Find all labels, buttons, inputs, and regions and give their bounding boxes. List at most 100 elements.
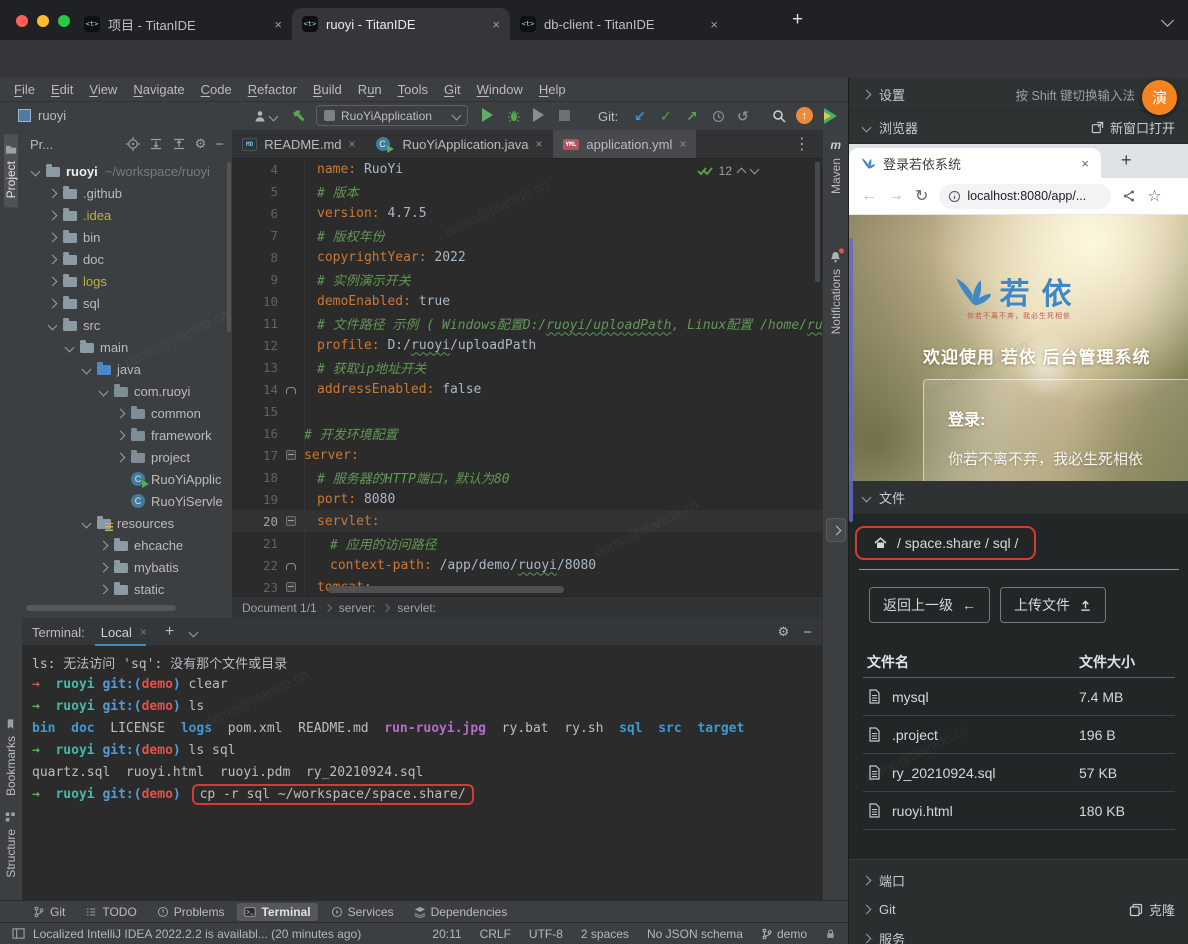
menu-item-help[interactable]: Help [531,82,574,97]
tree-item-resources[interactable]: resources [22,512,229,534]
editor-line-7[interactable]: 7# 版权年份 [232,224,822,246]
status-widget[interactable]: CRLF [480,927,511,941]
editor-code[interactable]: 4name: RuoYi5# 版本6version: 4.7.57# 版权年份8… [232,158,822,596]
editor-line-16[interactable]: 16# 开发环境配置 [232,422,822,444]
editor-line-14[interactable]: 14addressEnabled: false [232,378,822,400]
tree-item-bin[interactable]: bin [22,226,229,248]
menu-item-code[interactable]: Code [193,82,240,97]
stripe-tab-notifications[interactable]: Notifications [829,250,843,334]
ide-window-icon[interactable] [12,927,25,940]
stop-button[interactable] [559,108,570,121]
readonly-lock-icon[interactable] [825,928,836,940]
mini-share-icon[interactable] [1122,189,1136,203]
close-tab-icon[interactable]: × [486,17,500,32]
panel-settings-gear-icon[interactable]: ⚙ [195,136,207,152]
editor-tabs-menu-icon[interactable]: ⋮ [782,130,822,158]
close-editor-tab-icon[interactable]: × [536,137,543,151]
editor-tab[interactable]: CRuoYiApplication.java× [366,130,553,158]
editor-line-8[interactable]: 8copyrightYear: 2022 [232,246,822,268]
tree-item-common[interactable]: common [22,402,229,424]
tree-item-RuoYiServle[interactable]: CRuoYiServle [22,490,229,512]
toolwindow-button-terminal[interactable]: Terminal [237,903,317,921]
tree-item-com.ruoyi[interactable]: com.ruoyi [22,380,229,402]
stripe-tab-structure[interactable]: Structure [4,812,18,878]
menu-item-git[interactable]: Git [436,82,469,97]
project-panel-title[interactable]: Pr... [30,137,53,152]
status-git-branch[interactable]: demo [761,927,807,941]
menu-item-build[interactable]: Build [305,82,350,97]
close-mini-tab-icon[interactable]: × [1081,156,1089,171]
editor-line-15[interactable]: 15 [232,400,822,422]
close-terminal-tab-icon[interactable]: × [140,625,147,639]
rollback-icon[interactable]: ↺ [737,108,749,125]
tree-item-main[interactable]: main [22,336,229,358]
tree-item-project[interactable]: project [22,446,229,468]
git-push-icon[interactable]: ↗ [686,108,698,125]
sidebar-section-files[interactable]: 文件 [849,481,1188,514]
stripe-tab-project[interactable]: Project [4,134,18,207]
mini-new-tab-button[interactable]: + [1121,150,1132,171]
file-row-ry_20210924.sql[interactable]: ry_20210924.sql57 KB [863,754,1175,792]
tab-search-chevron-icon[interactable] [1161,14,1174,27]
close-editor-tab-icon[interactable]: × [349,137,356,151]
tree-item-doc[interactable]: doc [22,248,229,270]
terminal-tab-local[interactable]: Local [101,625,132,640]
status-widget[interactable]: 2 spaces [581,927,629,941]
minimize-window-button[interactable] [37,15,49,27]
new-terminal-icon[interactable]: + [165,623,174,641]
mini-browser-tab[interactable]: 登录若依系统 × [849,148,1101,178]
menu-item-refactor[interactable]: Refactor [240,82,305,97]
open-new-window-button[interactable]: 新窗口打开 [1091,118,1175,137]
editor-line-22[interactable]: 22context-path: /app/demo/ruoyi/8080 [232,554,822,576]
menu-item-window[interactable]: Window [469,82,531,97]
chrome-tab[interactable]: <t>db-client - TitanIDE× [510,8,728,40]
close-window-button[interactable] [16,15,28,27]
inspection-widget[interactable]: 12 [697,164,758,178]
tree-item-ehcache[interactable]: ehcache [22,534,229,556]
mini-forward-icon[interactable]: → [888,187,904,205]
mini-back-icon[interactable]: ← [861,187,877,205]
menu-item-edit[interactable]: Edit [43,82,81,97]
tree-item-RuoYiApplic[interactable]: CRuoYiApplic [22,468,229,490]
clamp-marker-icon[interactable] [286,563,296,570]
maximize-window-button[interactable] [58,15,70,27]
prev-problem-icon[interactable] [737,168,747,178]
hide-panel-icon[interactable]: − [215,136,224,153]
status-widget[interactable]: 20:11 [432,927,461,941]
close-tab-icon[interactable]: × [268,17,282,32]
editor-line-21[interactable]: 21# 应用的访问路径 [232,532,822,554]
menu-item-run[interactable]: Run [350,82,390,97]
sidebar-section-settings[interactable]: 设置 按 Shift 键切换输入法 [849,78,1188,111]
breadcrumb-item[interactable]: server: [339,601,376,615]
editor-line-9[interactable]: 9# 实例演示开关 [232,268,822,290]
editor-tab[interactable]: MDREADME.md× [232,130,366,158]
run-coverage-button[interactable] [533,108,544,122]
new-tab-button[interactable]: + [792,9,803,31]
file-row-ruoyi.html[interactable]: ruoyi.html180 KB [863,792,1175,830]
tree-item-logs[interactable]: logs [22,270,229,292]
user-menu-button[interactable] [253,109,277,123]
demo-badge[interactable]: 演 [1142,80,1177,115]
editor-line-10[interactable]: 10demoEnabled: true [232,290,822,312]
go-up-button[interactable]: 返回上一级 ← [869,587,990,623]
collapse-all-icon[interactable] [172,137,186,151]
chrome-tab[interactable]: <t>ruoyi - TitanIDE× [292,8,510,40]
upload-file-button[interactable]: 上传文件 [1000,587,1106,623]
menu-item-file[interactable]: File [6,82,43,97]
project-chip[interactable]: ruoyi [18,108,66,123]
editor-horizontal-scrollbar[interactable] [328,586,564,593]
tree-item-java[interactable]: java [22,358,229,380]
editor-line-17[interactable]: 17server: [232,444,822,466]
terminal-dropdown-icon[interactable] [189,627,199,637]
titanide-run-icon[interactable] [824,108,837,124]
next-problem-icon[interactable] [750,165,760,175]
git-commit-icon[interactable]: ✓ [660,108,672,125]
tree-item-ruoyi[interactable]: ruoyi~/workspace/ruoyi [22,160,229,182]
chrome-tab[interactable]: <t>项目 - TitanIDE× [74,8,292,40]
tree-item-static[interactable]: static [22,578,229,600]
sidebar-section-git[interactable]: Git 克隆 [849,895,1188,924]
run-button[interactable] [482,108,493,122]
mini-reload-icon[interactable]: ↻ [915,186,928,206]
menu-item-navigate[interactable]: Navigate [125,82,192,97]
expand-all-icon[interactable] [149,137,163,151]
